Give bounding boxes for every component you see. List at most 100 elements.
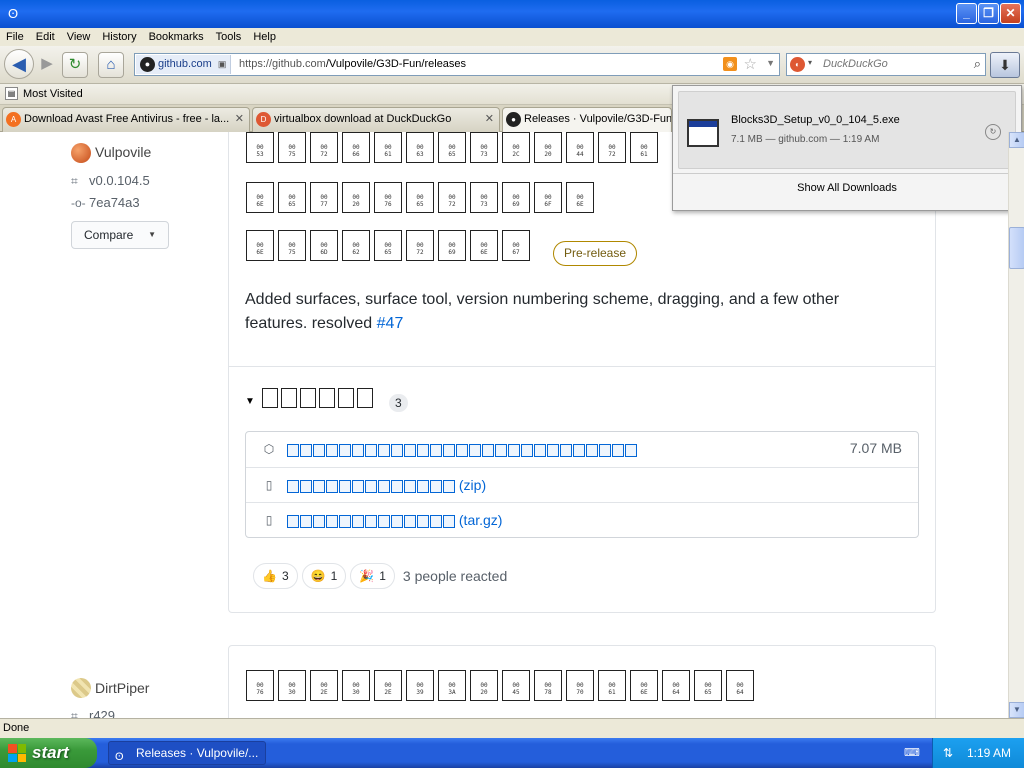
commit-link[interactable]: -o- 7ea74a3 [71,195,140,210]
tab-title: Download Avast Free Antivirus - free - l… [24,113,230,125]
missing-glyph-box: 00 76 [374,182,402,213]
url-dropdown-icon[interactable]: ▼ [766,58,775,68]
assets-heading[interactable] [262,388,373,408]
asset-size: 7.07 MB [849,440,902,456]
release-title-row[interactable]: 00 6E 00 75 00 6D 00 62 00 65 00 72 00 69 00 6E 00 67 [246,230,530,261]
missing-glyph-box: 00 6E [630,670,658,701]
release-title-row[interactable]: 00 53 00 75 00 72 00 66 00 61 00 63 00 65 00 73 00 2C 00 20… [246,132,658,163]
scroll-thumb[interactable] [1009,227,1024,269]
scroll-up-icon[interactable]: ▲ [1009,132,1024,148]
missing-glyph-box: 00 63 [406,132,434,163]
reaction-tada-button[interactable]: 🎉 1 [350,563,395,589]
clock[interactable]: 1:19 AM [967,738,1011,768]
close-button[interactable]: ✕ [1000,3,1021,24]
missing-glyph-box [443,443,455,457]
asset-link[interactable] [287,441,637,457]
author-link[interactable]: DirtPiper [95,680,149,696]
scroll-down-icon[interactable]: ▼ [1009,702,1024,718]
tab-releases[interactable]: ● Releases · Vulpovile/G3D-Fun · [502,107,672,132]
minimize-button[interactable]: _ [956,3,977,24]
home-button[interactable]: ⌂ [98,52,124,78]
show-all-downloads-button[interactable]: Show All Downloads [673,182,1021,194]
menu-file[interactable]: File [0,28,30,46]
bookmark-most-visited[interactable]: Most Visited [23,84,83,105]
rss-feed-icon[interactable]: ◉ [723,57,737,71]
author-link[interactable]: Vulpovile [95,144,151,160]
search-bar[interactable]: ◐ ▾ ⌕ [786,53,986,76]
vertical-scrollbar[interactable]: ▲ ▼ [1008,132,1024,718]
caret-down-icon[interactable]: ▼ [245,396,255,407]
asset-row[interactable]: ▯ (zip) [246,467,918,502]
keyboard-icon[interactable]: ⌨ [904,746,920,759]
site-identity-button[interactable]: ● github.com ▣ [136,55,232,74]
missing-glyph-box: 00 6F [534,182,562,213]
missing-glyph-box: 00 72 [310,132,338,163]
window-title-bar[interactable]: ʘ _ ❐ ✕ [0,0,1024,28]
missing-glyph-box [365,514,377,528]
downloads-panel: Blocks3D_Setup_v0_0_104_5.exe 7.1 MB — g… [672,85,1022,211]
missing-glyph-box [417,443,429,457]
menu-edit[interactable]: Edit [30,28,61,46]
download-arrow-icon: ⬇ [999,57,1011,73]
menu-tools[interactable]: Tools [210,28,248,46]
bookmark-star-icon[interactable]: ☆ [744,55,757,73]
close-tab-icon[interactable]: ✕ [235,108,244,131]
missing-glyph-box: 00 6E [470,230,498,261]
start-button[interactable]: start [0,738,97,768]
network-icon[interactable]: ⇅ [943,746,953,760]
back-button[interactable]: ◀ [4,49,34,79]
release-title-row[interactable]: 00 6E 00 65 00 77 00 20 00 76 00 65 00 72 00 73 00 69 00 6F… [246,182,594,213]
asset-link[interactable]: (tar.gz) [287,512,502,528]
missing-glyph-box [326,479,338,493]
close-tab-icon[interactable]: ✕ [485,108,494,131]
missing-glyph-box: 00 53 [246,132,274,163]
menu-bookmarks[interactable]: Bookmarks [143,28,210,46]
reload-button[interactable]: ↻ [62,52,88,78]
reaction-smile-button[interactable]: 😄 1 [301,563,347,589]
url-path: /Vulpovile/G3D-Fun/releases [325,58,467,70]
retry-icon[interactable]: ↻ [985,124,1001,140]
missing-glyph-box: 00 30 [342,670,370,701]
system-tray: ⇅ 1:19 AM [932,738,1024,768]
page-content: Vulpovile ⌗ v0.0.104.5 -o- 7ea74a3 Compare… [0,132,1008,718]
menu-history[interactable]: History [96,28,142,46]
missing-glyph-box [326,443,338,457]
missing-glyph-box [456,443,468,457]
asset-row[interactable]: ▯ (tar.gz) [246,502,918,537]
search-engine-dropdown-icon[interactable]: ▾ [808,58,812,67]
search-input[interactable] [823,54,963,75]
url-bar[interactable]: ● github.com ▣ https://github.com/Vulpovil… [134,53,780,76]
missing-glyph-box [430,479,442,493]
missing-glyph-box: 00 75 [278,132,306,163]
tag-link[interactable]: ⌗ v0.0.104.5 [71,173,150,189]
taskbar-item-firefox[interactable]: ʘ Releases · Vulpovile/... [108,741,266,765]
missing-glyph-box [339,479,351,493]
avatar[interactable] [71,143,91,163]
missing-glyph-box: 00 2C [502,132,530,163]
missing-glyph-box [508,443,520,457]
tab-title: virtualbox download at DuckDuckGo [274,113,452,125]
compare-label: Compare [84,228,134,242]
menu-view[interactable]: View [61,28,97,46]
tab-avast[interactable]: A Download Avast Free Antivirus - free -… [2,107,250,132]
duckduckgo-icon[interactable]: ◐ [790,57,805,72]
avatar[interactable] [71,678,91,698]
menu-help[interactable]: Help [247,28,282,46]
asset-link[interactable]: (zip) [287,477,486,493]
url-text[interactable]: https://github.com/Vulpovile/G3D-Fun/rel… [239,54,466,75]
downloads-button[interactable]: ⬇ [990,52,1020,78]
missing-glyph-box: 00 6E [246,230,274,261]
issue-link[interactable]: #47 [377,315,404,332]
search-magnifier-icon[interactable]: ⌕ [974,56,981,72]
tab-duckduckgo[interactable]: D virtualbox download at DuckDuckGo ✕ [252,107,500,132]
reaction-thumbs-up-button[interactable]: 👍 3 [253,563,298,589]
compare-button[interactable]: Compare ▼ [71,221,169,249]
asset-row[interactable]: ⬡ 7.07 MB [246,432,918,467]
missing-glyph-box [319,388,335,408]
download-item[interactable]: Blocks3D_Setup_v0_0_104_5.exe 7.1 MB — g… [678,91,1016,169]
release-title-row[interactable]: 00 76 00 30 00 2E 00 30 00 2E 00 39 00 3A 00 20 00 45 00 78… [246,670,754,701]
tag-link[interactable]: ⌗ r429 [71,708,115,718]
forward-button[interactable]: ▶ [34,52,60,78]
missing-glyph-box [287,443,299,457]
maximize-button[interactable]: ❐ [978,3,999,24]
